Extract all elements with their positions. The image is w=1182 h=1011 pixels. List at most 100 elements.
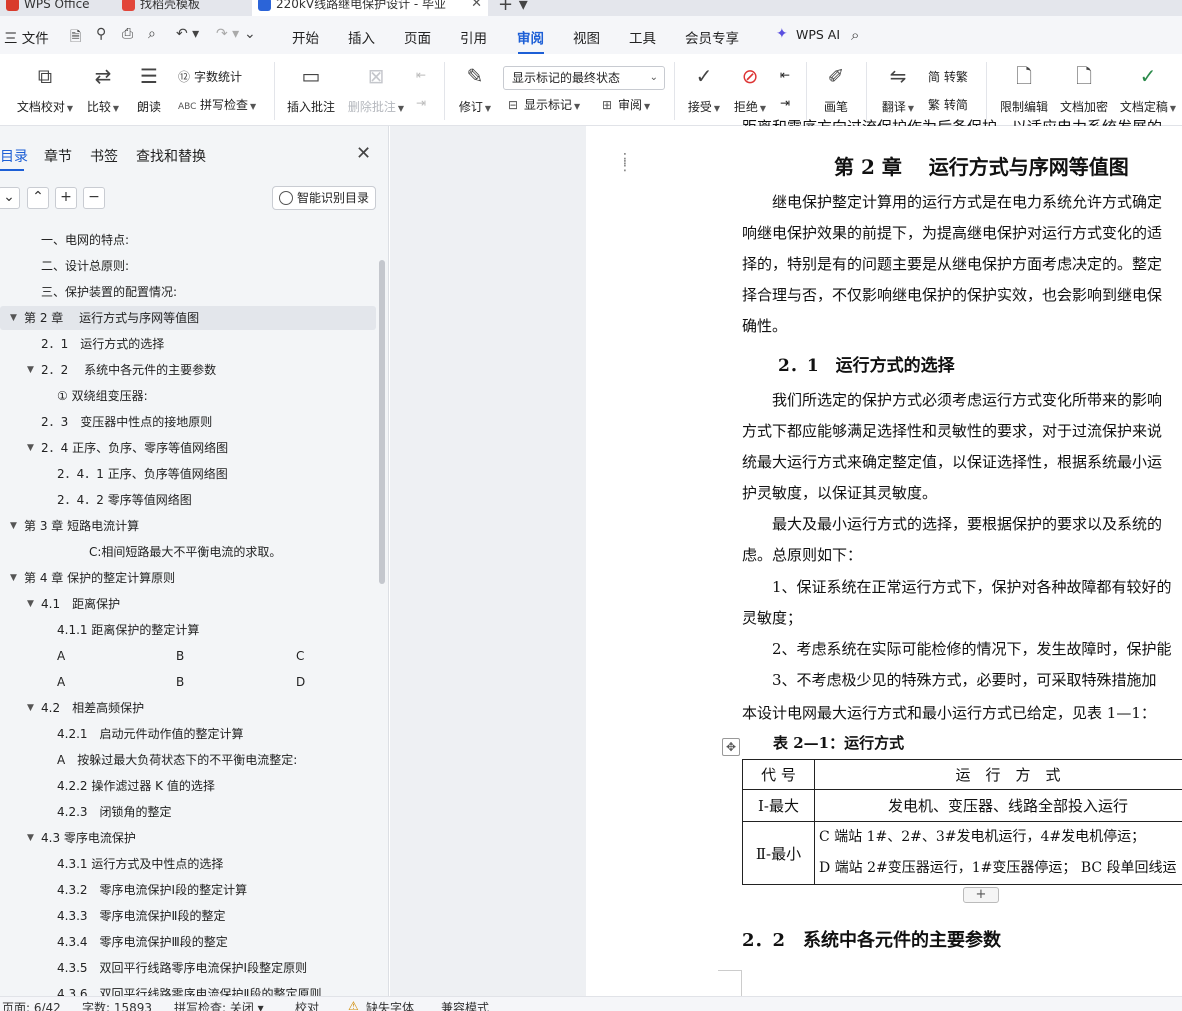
table-move-handle-icon[interactable]: ✥ <box>722 738 740 756</box>
toc-item[interactable]: 4.3 零序电流保护 <box>41 826 136 850</box>
collapse-arrow-icon[interactable]: ▼ <box>10 566 17 590</box>
toc-item[interactable]: 2．4 正序、负序、零序等值网络图 <box>41 436 228 460</box>
missing-font-button[interactable]: 缺失字体 <box>366 999 414 1011</box>
prev-comment-icon[interactable]: ⇤ <box>416 68 426 82</box>
new-tab-icon[interactable]: + ▾ <box>498 0 528 15</box>
delete-comment-button[interactable]: ⊠ 删除批注 ▼ <box>346 64 406 115</box>
tab-template[interactable]: 找稻壳模板 <box>116 0 246 16</box>
next-comment-icon[interactable]: ⇥ <box>416 96 426 110</box>
toc-item[interactable]: ① 双绕组变压器: <box>57 384 148 408</box>
share-icon[interactable]: ⚲ <box>96 26 106 42</box>
collapse-arrow-icon[interactable]: ▼ <box>10 514 17 538</box>
toc-item[interactable]: 4.3.6 双回平行线路零序电流保护Ⅱ段的整定原则 <box>57 982 321 996</box>
tab-bookmarks[interactable]: 书签 <box>90 146 118 166</box>
markup-mode-select[interactable]: 显示标记的最终状态 ⌄ <box>503 66 665 90</box>
reject-button[interactable]: ⊘ 拒绝 ▼ <box>730 64 770 115</box>
proof-button[interactable]: 校对 <box>295 999 319 1011</box>
toc-item[interactable]: 4.3.4 零序电流保护Ⅲ段的整定 <box>57 930 228 954</box>
collapse-arrow-icon[interactable]: ▼ <box>27 826 34 850</box>
toc-item[interactable]: 4.3.1 运行方式及中性点的选择 <box>57 852 223 876</box>
close-panel-icon[interactable]: ✕ <box>356 143 371 164</box>
tab-document[interactable]: 220kV线路继电保护设计 - 毕业 ✕ <box>252 0 488 16</box>
to-traditional-button[interactable]: 简 转繁 <box>928 68 968 85</box>
menu-page[interactable]: 页面 <box>404 27 431 47</box>
search-icon[interactable]: ⌕ <box>851 26 859 44</box>
save-icon[interactable]: 🗎 <box>70 26 81 50</box>
toc-item[interactable]: 2．3 变压器中性点的接地原则 <box>41 410 212 434</box>
print-icon[interactable]: ⎙ <box>122 26 133 42</box>
tab-wps-office[interactable]: WPS Office <box>0 0 110 16</box>
add-table-row-button[interactable]: + <box>963 887 999 903</box>
toc-item[interactable]: 4.2.1 启动元件动作值的整定计算 <box>57 722 244 746</box>
tab-find-replace[interactable]: 查找和替换 <box>136 146 206 166</box>
smart-toc-button[interactable]: 智能识别目录 <box>272 186 376 210</box>
close-tab-icon[interactable]: ✕ <box>471 0 482 14</box>
toc-item[interactable]: C:相间短路最大不平衡电流的求取。 <box>89 540 281 564</box>
collapse-arrow-icon[interactable]: ▼ <box>27 358 34 382</box>
restrict-edit-button[interactable]: 🗋 限制编辑 <box>998 64 1050 115</box>
toc-item[interactable]: A <box>57 644 65 668</box>
translate-button[interactable]: ⇋ 翻译 ▼ <box>878 64 918 115</box>
toc-item[interactable]: 二、设计总原则: <box>41 254 129 278</box>
undo-icon[interactable]: ↶ ▾ <box>176 26 199 42</box>
more-chevron-down-icon[interactable]: ⌄ <box>244 26 256 42</box>
word-count-indicator[interactable]: 字数: 15893 <box>82 999 152 1011</box>
file-menu[interactable]: 三 文件 <box>4 27 49 47</box>
review-pane-button[interactable]: ⊞ 审阅 ▼ <box>602 96 650 113</box>
promote-level-icon[interactable]: ⌃ <box>27 187 49 209</box>
toc-scrollbar[interactable] <box>379 260 385 584</box>
menu-review[interactable]: 审阅 <box>517 27 544 47</box>
menu-tools[interactable]: 工具 <box>629 27 656 47</box>
collapse-arrow-icon[interactable]: ▼ <box>27 436 34 460</box>
tab-chapters[interactable]: 章节 <box>44 146 72 166</box>
wps-ai-button[interactable]: WPS AI <box>796 27 840 42</box>
toc-item[interactable]: 4.2.3 闭锁角的整定 <box>57 800 172 824</box>
drag-handle-icon[interactable]: ⋮ ⋮ <box>618 152 633 173</box>
word-count-button[interactable]: ⑫ 字数统计 <box>178 68 242 85</box>
pen-button[interactable]: ✐ 画笔 <box>820 64 852 115</box>
toc-item[interactable]: 4.2 相差高频保护 <box>41 696 144 720</box>
toc-item[interactable]: A 按躲过最大负荷状态下的不平衡电流整定: <box>57 748 297 772</box>
doc-encrypt-button[interactable]: 🗋 文档加密 <box>1058 64 1110 115</box>
menu-insert[interactable]: 插入 <box>348 27 375 47</box>
menu-member[interactable]: 会员专享 <box>685 27 739 47</box>
toc-item[interactable]: 三、保护装置的配置情况: <box>41 280 177 304</box>
to-simplified-button[interactable]: 繁 转简 <box>928 96 968 113</box>
toc-item[interactable]: 2．4．1 正序、负序等值网络图 <box>57 462 228 486</box>
insert-comment-button[interactable]: ▭ 插入批注 <box>286 64 336 115</box>
toc-item[interactable]: 4.1 距离保护 <box>41 592 120 616</box>
show-markup-button[interactable]: ⊟ 显示标记 ▼ <box>508 96 580 113</box>
toc-item[interactable]: 2．2 系统中各元件的主要参数 <box>41 358 216 382</box>
doc-finalize-button[interactable]: ✓ 文档定稿 ▼ <box>1118 64 1178 115</box>
menu-references[interactable]: 引用 <box>460 27 487 47</box>
toc-item[interactable]: 2．1 运行方式的选择 <box>41 332 164 356</box>
add-heading-icon[interactable]: + <box>55 187 77 209</box>
collapse-arrow-icon[interactable]: ▼ <box>27 696 34 720</box>
toc-item[interactable]: 第 4 章 保护的整定计算原则 <box>24 566 175 590</box>
toc-item[interactable]: 第 3 章 短路电流计算 <box>24 514 139 538</box>
toc-item[interactable]: 4.3.5 双回平行线路零序电流保护Ⅰ段整定原则 <box>57 956 307 980</box>
toc-item[interactable]: 4.2.2 操作滤过器 K 值的选择 <box>57 774 215 798</box>
collapse-arrow-icon[interactable]: ▼ <box>27 592 34 616</box>
spell-check-indicator[interactable]: 拼写检查: 关闭 ▾ <box>174 999 264 1011</box>
toc-item[interactable]: 4.1.1 距离保护的整定计算 <box>57 618 199 642</box>
prev-change-icon[interactable]: ⇤ <box>780 68 790 82</box>
expand-level-dropdown[interactable]: ⌄ <box>0 187 20 209</box>
toc-item[interactable]: 2．4．2 零序等值网络图 <box>57 488 192 512</box>
toc-item[interactable]: 第 2 章 运行方式与序网等值图 <box>24 306 199 330</box>
print-preview-icon[interactable]: ⌕ <box>148 26 156 42</box>
toc-item[interactable]: A <box>57 670 65 694</box>
doc-proof-button[interactable]: ⧉ 文档校对 ▼ <box>14 64 76 115</box>
accept-button[interactable]: ✓ 接受 ▼ <box>684 64 724 115</box>
redo-icon[interactable]: ↷ ▾ <box>216 26 239 42</box>
tab-toc[interactable]: 目录 <box>0 146 28 166</box>
next-change-icon[interactable]: ⇥ <box>780 96 790 110</box>
toc-item[interactable]: 一、电网的特点: <box>41 228 129 252</box>
collapse-arrow-icon[interactable]: ▼ <box>10 306 17 330</box>
page-indicator[interactable]: 页面: 6/42 <box>2 999 61 1011</box>
track-changes-button[interactable]: ✎ 修订 ▼ <box>456 64 494 115</box>
spell-check-button[interactable]: ABC 拼写检查 ▼ <box>178 96 256 113</box>
compare-button[interactable]: ⇄ 比较 ▼ <box>84 64 122 115</box>
read-aloud-button[interactable]: ☰ 朗读 <box>134 64 164 115</box>
toc-item[interactable]: 4.3.3 零序电流保护Ⅱ段的整定 <box>57 904 225 928</box>
